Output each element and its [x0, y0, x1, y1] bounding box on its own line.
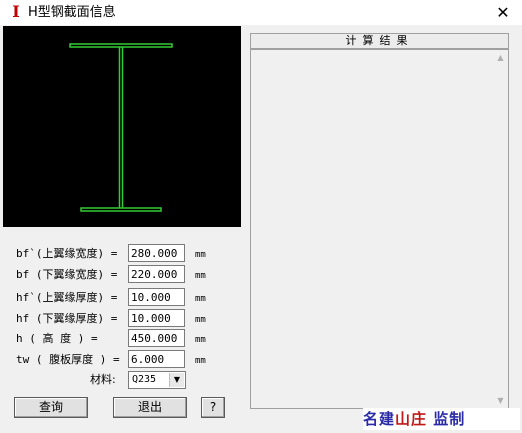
title-bar: I H型钢截面信息 ✕ — [0, 0, 522, 25]
top-flange — [69, 43, 173, 48]
param-label: bf (下翼缘宽度) = — [16, 268, 118, 281]
exit-button[interactable]: 退出 — [113, 397, 187, 418]
help-button[interactable]: ? — [201, 397, 225, 418]
results-textarea[interactable]: ▲ ▼ — [250, 49, 509, 409]
bottom-flange — [80, 207, 162, 212]
bf-top-input[interactable] — [128, 244, 185, 262]
unit-label: mm — [195, 356, 206, 366]
unit-label: mm — [195, 250, 206, 260]
unit-label: mm — [195, 271, 206, 281]
unit-label: mm — [195, 315, 206, 325]
scroll-up-icon[interactable]: ▲ — [493, 50, 508, 65]
hf-bottom-input[interactable] — [128, 309, 185, 327]
section-preview — [3, 26, 241, 227]
query-button[interactable]: 查询 — [14, 397, 88, 418]
material-value: Q235 — [132, 374, 157, 385]
watermark-part-2: 山庄 — [395, 410, 428, 428]
chevron-down-icon[interactable]: ▼ — [169, 373, 184, 387]
bf-bottom-input[interactable] — [128, 265, 185, 283]
unit-label: mm — [195, 294, 206, 304]
scroll-down-icon[interactable]: ▼ — [493, 393, 508, 408]
h-section-drawing — [69, 43, 173, 212]
param-label: tw ( 腹板厚度 ) = — [16, 353, 120, 366]
watermark: 名建山庄 监制 — [363, 408, 520, 430]
param-label: hf (下翼缘厚度) = — [16, 312, 118, 325]
param-label: h ( 高 度 ) = — [16, 332, 98, 345]
unit-label: mm — [195, 335, 206, 345]
param-label: hf`(上翼缘厚度) = — [16, 291, 118, 304]
hf-top-input[interactable] — [128, 288, 185, 306]
param-label: bf`(上翼缘宽度) = — [16, 247, 118, 260]
close-button[interactable]: ✕ — [488, 0, 518, 25]
material-select[interactable]: Q235 ▼ — [128, 371, 186, 389]
results-scrollbar[interactable]: ▲ ▼ — [493, 50, 508, 408]
watermark-part-1: 名建 — [363, 410, 396, 428]
web-thickness-input[interactable] — [128, 350, 185, 368]
height-input[interactable] — [128, 329, 185, 347]
watermark-part-3: 监制 — [433, 410, 466, 428]
window-title: H型钢截面信息 — [28, 5, 116, 20]
material-label: 材料: — [90, 373, 116, 386]
app-icon: I — [12, 2, 20, 21]
results-header: 计算结果 — [250, 33, 509, 49]
